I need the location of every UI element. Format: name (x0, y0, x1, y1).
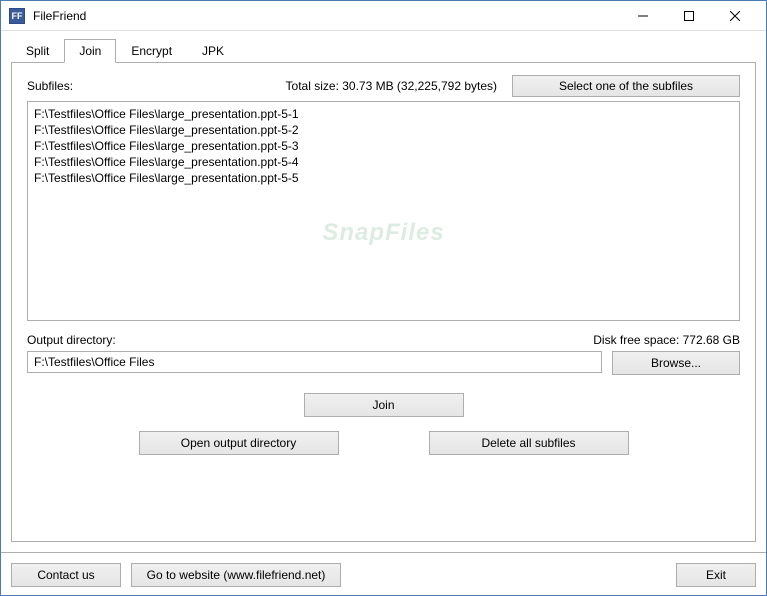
delete-all-subfiles-button[interactable]: Delete all subfiles (429, 431, 629, 455)
join-row: Join (27, 393, 740, 417)
output-row: Browse... (27, 351, 740, 375)
tab-split[interactable]: Split (11, 39, 64, 62)
list-item[interactable]: F:\Testfiles\Office Files\large_presenta… (34, 122, 733, 138)
window-title: FileFriend (33, 9, 620, 23)
open-output-directory-button[interactable]: Open output directory (139, 431, 339, 455)
maximize-button[interactable] (666, 2, 712, 30)
footer: Contact us Go to website (www.filefriend… (1, 552, 766, 595)
browse-button[interactable]: Browse... (612, 351, 740, 375)
tab-jpk[interactable]: JPK (187, 39, 239, 62)
output-header: Output directory: Disk free space: 772.6… (27, 333, 740, 347)
exit-button[interactable]: Exit (676, 563, 756, 587)
titlebar: FF FileFriend (1, 1, 766, 31)
close-button[interactable] (712, 2, 758, 30)
main-window: FF FileFriend Split Join Encrypt JPK Sub… (0, 0, 767, 596)
subfiles-header: Subfiles: Total size: 30.73 MB (32,225,7… (27, 75, 740, 97)
window-controls (620, 2, 758, 30)
secondary-actions-row: Open output directory Delete all subfile… (27, 431, 740, 455)
contact-us-button[interactable]: Contact us (11, 563, 121, 587)
output-directory-label: Output directory: (27, 333, 116, 347)
list-item[interactable]: F:\Testfiles\Office Files\large_presenta… (34, 170, 733, 186)
list-item[interactable]: F:\Testfiles\Office Files\large_presenta… (34, 138, 733, 154)
watermark-text: SnapFiles (322, 219, 444, 247)
minimize-button[interactable] (620, 2, 666, 30)
tab-panel-join: Subfiles: Total size: 30.73 MB (32,225,7… (11, 63, 756, 542)
tab-strip: Split Join Encrypt JPK (11, 39, 756, 63)
go-to-website-button[interactable]: Go to website (www.filefriend.net) (131, 563, 341, 587)
tab-join[interactable]: Join (64, 39, 116, 63)
disk-free-space-label: Disk free space: 772.68 GB (593, 333, 740, 347)
app-icon: FF (9, 8, 25, 24)
content-area: Split Join Encrypt JPK Subfiles: Total s… (1, 31, 766, 552)
subfiles-list[interactable]: F:\Testfiles\Office Files\large_presenta… (27, 101, 740, 321)
list-item[interactable]: F:\Testfiles\Office Files\large_presenta… (34, 154, 733, 170)
list-item[interactable]: F:\Testfiles\Office Files\large_presenta… (34, 106, 733, 122)
join-button[interactable]: Join (304, 393, 464, 417)
select-subfile-button[interactable]: Select one of the subfiles (512, 75, 740, 97)
total-size-label: Total size: 30.73 MB (32,225,792 bytes) (286, 79, 497, 93)
output-directory-input[interactable] (27, 351, 602, 373)
subfiles-label: Subfiles: (27, 79, 73, 93)
tab-encrypt[interactable]: Encrypt (116, 39, 187, 62)
